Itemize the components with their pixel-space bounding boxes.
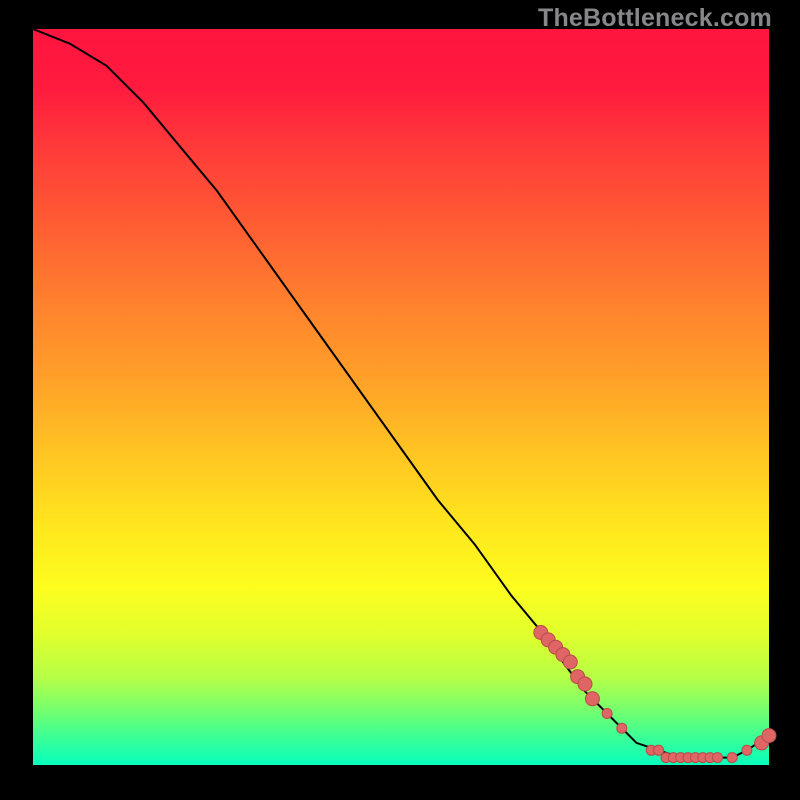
watermark-text: TheBottleneck.com bbox=[538, 4, 772, 33]
marker-point bbox=[578, 677, 592, 691]
marker-group bbox=[534, 626, 776, 763]
marker-point bbox=[563, 655, 577, 669]
chart-svg bbox=[33, 29, 769, 765]
marker-point bbox=[713, 753, 723, 763]
bottleneck-curve bbox=[33, 29, 769, 758]
marker-point bbox=[742, 745, 752, 755]
marker-point bbox=[585, 692, 599, 706]
marker-point bbox=[617, 723, 627, 733]
marker-point bbox=[602, 709, 612, 719]
marker-point bbox=[727, 753, 737, 763]
marker-point bbox=[762, 729, 776, 743]
chart-stage: TheBottleneck.com bbox=[0, 0, 800, 800]
